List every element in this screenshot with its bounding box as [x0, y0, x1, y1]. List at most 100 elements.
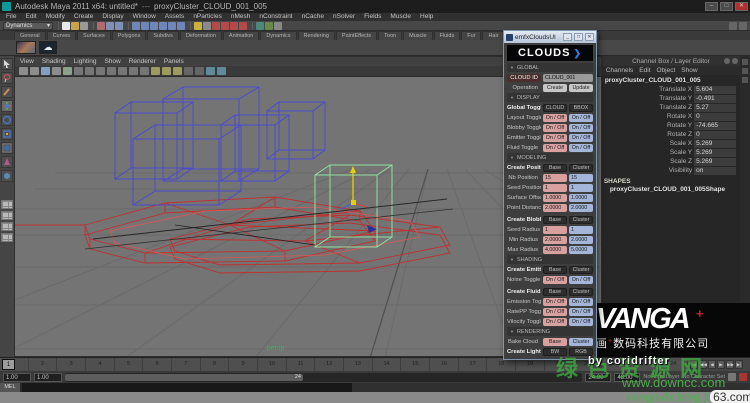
channel-value-field[interactable]: 5.27	[694, 104, 736, 112]
channel-value-field[interactable]: 5.269	[694, 149, 736, 157]
four-pane-layout-icon[interactable]	[1, 211, 13, 220]
viewport-menu-item[interactable]: Renderer	[129, 58, 156, 65]
cluster-value-field[interactable]: 1	[569, 226, 593, 234]
save-scene-icon[interactable]	[80, 22, 88, 30]
bake-cloud-base-button[interactable]: Base	[543, 338, 567, 346]
tool-settings-toggle-icon[interactable]	[742, 68, 748, 74]
range-slider[interactable]: 24	[65, 373, 582, 382]
lasso-tool-icon[interactable]	[1, 72, 13, 84]
frame-tick[interactable]: 3	[57, 358, 86, 371]
section-modeling[interactable]: MODELING	[507, 153, 593, 162]
current-frame-indicator[interactable]: 1	[2, 359, 15, 370]
frame-tick[interactable]: 7	[172, 358, 201, 371]
base-toggle-button[interactable]: On / Off	[543, 308, 567, 316]
create-button[interactable]: Create	[543, 84, 567, 92]
create-position-cluster-button[interactable]: Cluster	[569, 164, 593, 172]
frame-tick[interactable]: 12	[315, 358, 344, 371]
frame-tick[interactable]: 6	[143, 358, 172, 371]
snap-surface-icon[interactable]	[168, 22, 176, 30]
single-pane-layout-icon[interactable]	[1, 200, 13, 209]
shelf-tab[interactable]: Rendering	[298, 31, 335, 40]
base-toggle-button[interactable]: On / Off	[543, 144, 567, 152]
camera-attributes-icon[interactable]	[41, 67, 50, 75]
menu-item[interactable]: Window	[133, 13, 156, 21]
auto-keyframe-icon[interactable]	[728, 373, 736, 381]
shelf-tab[interactable]: Hair	[482, 31, 504, 40]
cluster-value-field[interactable]: 2.0000	[569, 204, 593, 212]
cloud-display-button[interactable]: CLOUD	[543, 104, 567, 112]
range-slider-handle[interactable]: 24	[65, 374, 303, 381]
emfx-shelf-icon[interactable]	[16, 41, 36, 54]
cloud-shelf-icon[interactable]: ☁	[39, 41, 57, 54]
rigid-body-icon[interactable]	[221, 22, 229, 30]
shelf-tab[interactable]: Dynamics	[260, 31, 296, 40]
film-gate-icon[interactable]	[85, 67, 94, 75]
shelf-tab[interactable]: PaintEffects	[336, 31, 377, 40]
maximize-icon[interactable]: □	[720, 2, 733, 11]
cluster-toggle-button[interactable]: On / Off	[569, 124, 593, 132]
channel-box-menu-item[interactable]: Channels	[606, 67, 633, 74]
menu-item[interactable]: Muscle	[390, 13, 411, 21]
menu-set-dropdown[interactable]: Dynamics▾	[3, 22, 53, 30]
input-connections-icon[interactable]	[203, 22, 211, 30]
xray-display-icon[interactable]	[206, 67, 215, 75]
base-value-field[interactable]: 1	[543, 184, 567, 192]
cluster-value-field[interactable]: 2.0000	[569, 236, 593, 244]
wireframe-display-icon[interactable]	[151, 67, 160, 75]
cluster-toggle-button[interactable]: On / Off	[569, 276, 593, 284]
menu-item[interactable]: nParticles	[193, 13, 222, 21]
lock-camera-icon[interactable]	[30, 67, 39, 75]
menu-item[interactable]: Help	[420, 13, 433, 21]
shelf-tab[interactable]: Surfaces	[77, 31, 111, 40]
frame-tick[interactable]: 16	[430, 358, 459, 371]
menu-item[interactable]: File	[6, 13, 16, 21]
create-fluid-base-button[interactable]: Base	[543, 288, 567, 296]
selected-object-name[interactable]: proxyCluster_CLOUD_001_005	[602, 75, 740, 85]
play-forwards-icon[interactable]: ▶	[717, 360, 725, 369]
panel-close-icon[interactable]: ✕	[585, 33, 594, 41]
create-fluid-cluster-button[interactable]: Cluster	[569, 288, 593, 296]
channel-value-field[interactable]: 0	[694, 131, 736, 139]
channel-value-field[interactable]: on	[694, 167, 736, 175]
output-connections-icon[interactable]	[212, 22, 220, 30]
frame-tick[interactable]: 9	[229, 358, 258, 371]
command-input[interactable]	[22, 383, 352, 392]
shape-node-name[interactable]: proxyCluster_CLOUD_001_005Shape	[602, 186, 740, 193]
frame-tick[interactable]: 14	[373, 358, 402, 371]
clouds-panel-window[interactable]: emfxCloudsUI _ □ ✕ CLOUDS ❯ GLOBAL CLOUD…	[503, 30, 597, 360]
minimize-icon[interactable]: –	[705, 2, 718, 11]
cluster-toggle-button[interactable]: On / Off	[569, 114, 593, 122]
shelf-tab[interactable]: General	[14, 31, 46, 40]
update-button[interactable]: Update	[569, 84, 593, 92]
ipr-render-icon[interactable]	[265, 22, 273, 30]
constraint-icon[interactable]	[239, 22, 247, 30]
cluster-toggle-button[interactable]: On / Off	[569, 318, 593, 326]
universal-manipulator-icon[interactable]	[1, 142, 13, 154]
shelf-tab[interactable]: Subdivs	[147, 31, 179, 40]
isolate-select-icon[interactable]	[217, 67, 226, 75]
channel-box-menu-item[interactable]: Show	[681, 67, 697, 74]
safe-action-icon[interactable]	[129, 67, 138, 75]
shelf-tab[interactable]: Muscle	[403, 31, 432, 40]
create-emitter-cluster-button[interactable]: Cluster	[569, 266, 593, 274]
snap-point-icon[interactable]	[150, 22, 158, 30]
soft-modification-tool-icon[interactable]	[1, 156, 13, 168]
render-current-frame-icon[interactable]	[256, 22, 264, 30]
hypershade-layout-icon[interactable]	[1, 233, 13, 242]
section-global[interactable]: GLOBAL	[507, 63, 593, 72]
menu-item[interactable]: nCache	[302, 13, 324, 21]
grid-icon[interactable]	[74, 67, 83, 75]
menu-item[interactable]: nConstraint	[259, 13, 292, 21]
cluster-toggle-button[interactable]: On / Off	[569, 134, 593, 142]
frame-tick[interactable]: 4	[86, 358, 115, 371]
attribute-editor-toggle-icon[interactable]	[742, 59, 748, 65]
shelf-tab[interactable]: Curves	[47, 31, 76, 40]
last-tool-icon[interactable]	[1, 170, 13, 182]
channel-box-menu-item[interactable]: Object	[657, 67, 676, 74]
base-toggle-button[interactable]: On / Off	[543, 124, 567, 132]
shelf-tab[interactable]: Deformation	[180, 31, 222, 40]
menu-item[interactable]: Modify	[46, 13, 65, 21]
channel-box-layers-icon[interactable]	[732, 58, 738, 64]
cluster-value-field[interactable]: 15	[569, 174, 593, 182]
open-scene-icon[interactable]	[71, 22, 79, 30]
